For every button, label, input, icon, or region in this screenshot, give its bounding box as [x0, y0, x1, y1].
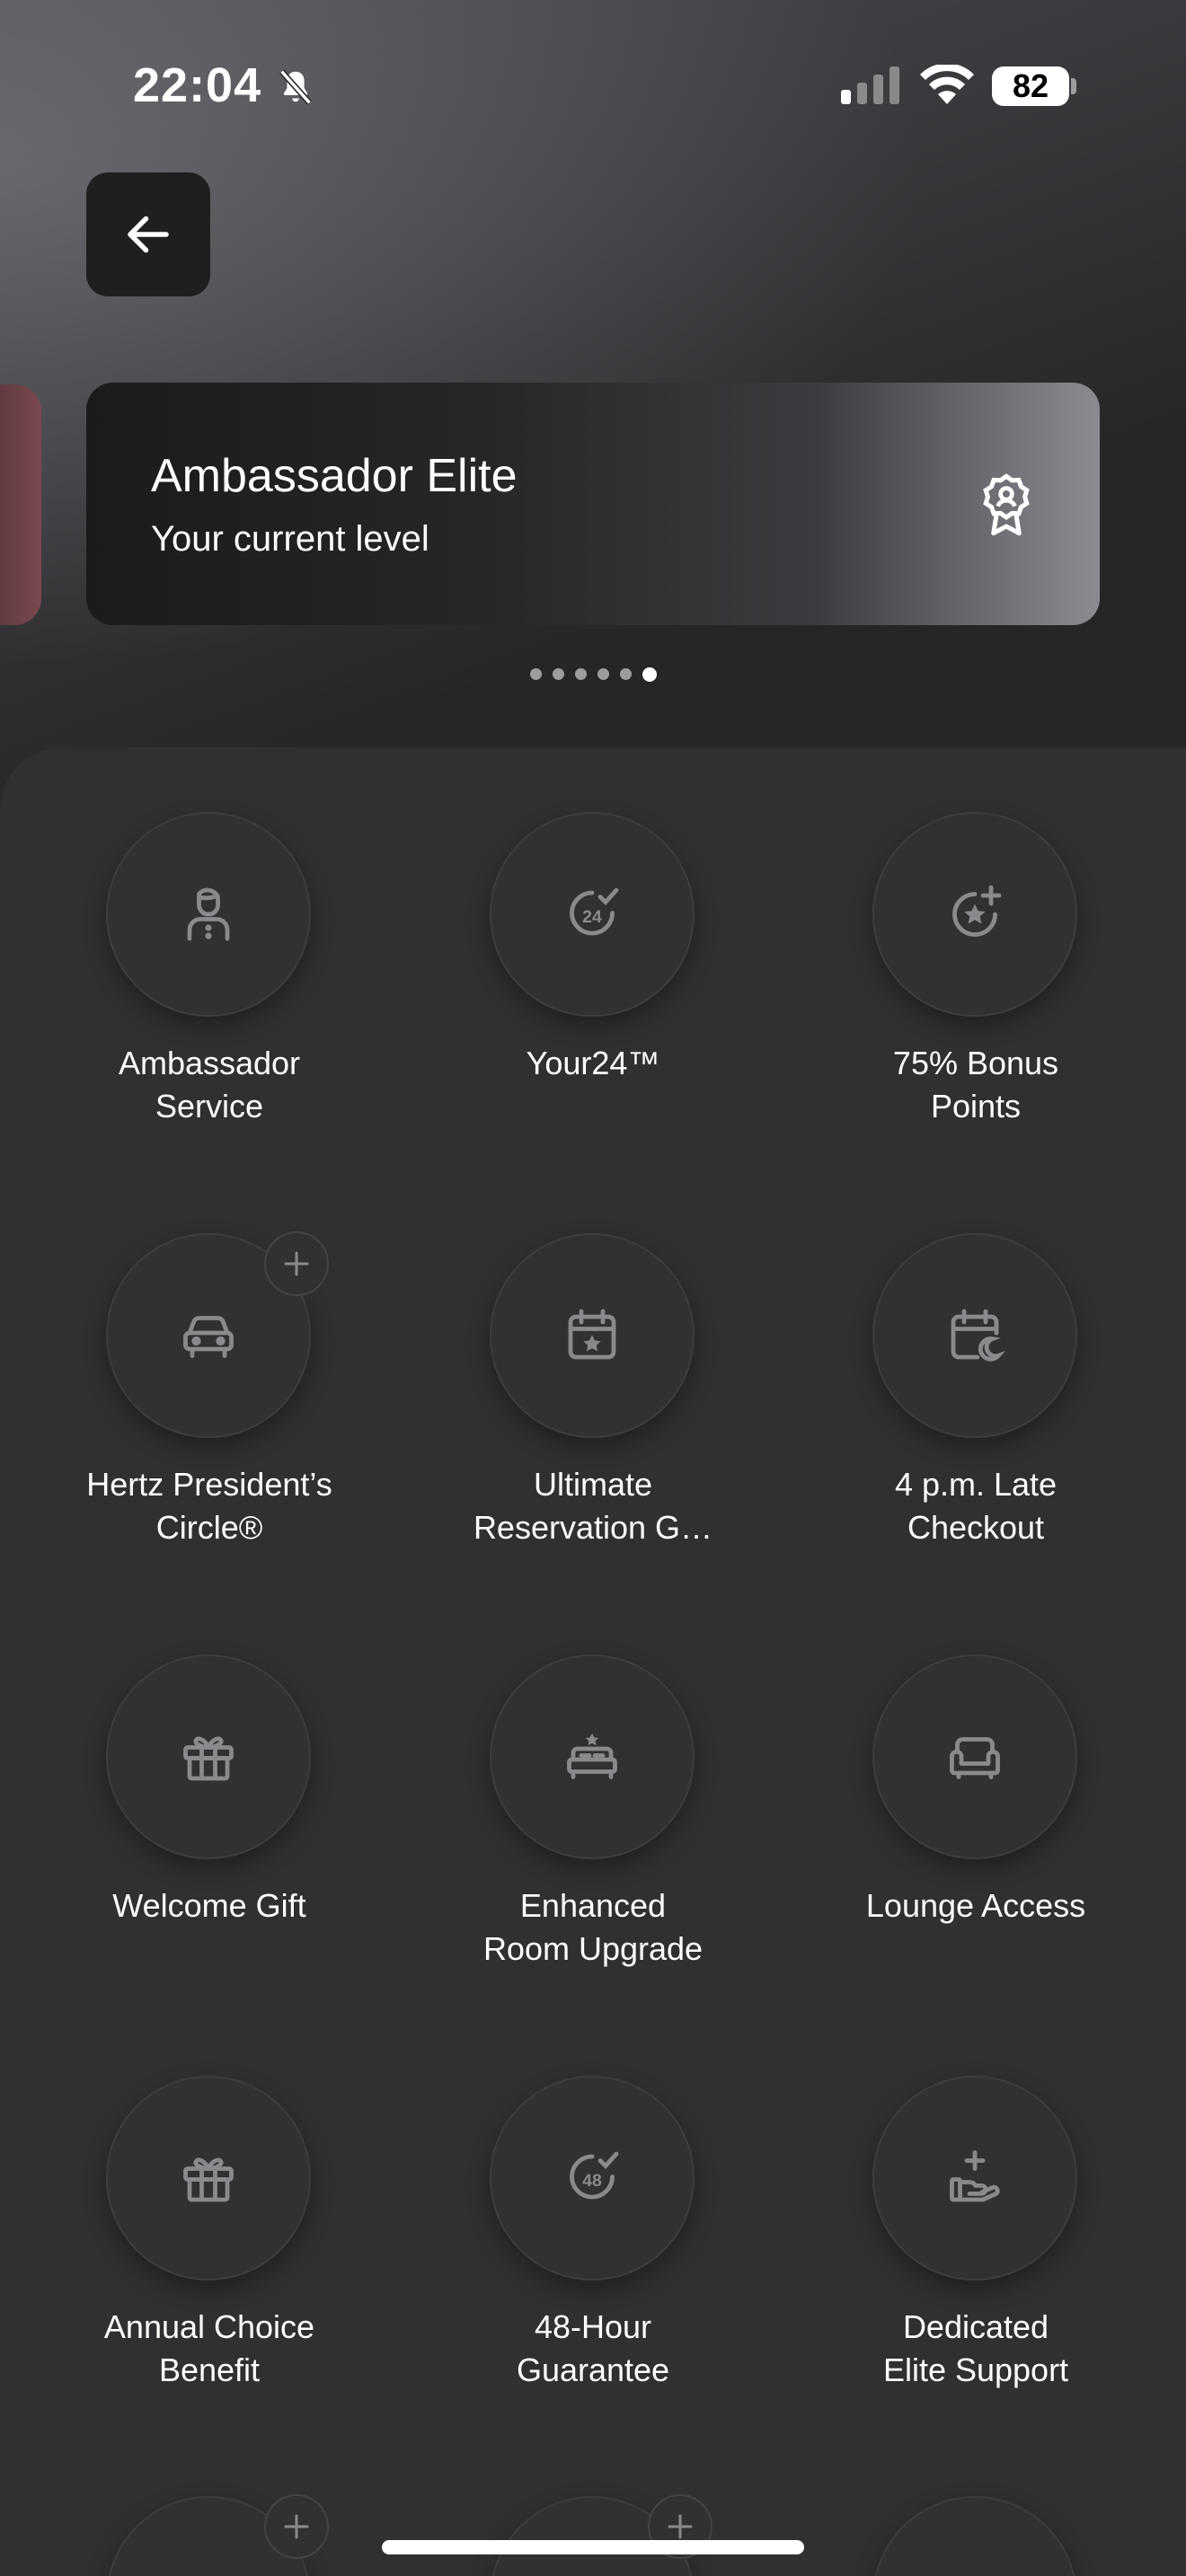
wifi-icon: [920, 65, 974, 104]
level-card[interactable]: Ambassador Elite Your current level: [86, 383, 1100, 625]
svg-text:48: 48: [582, 2171, 602, 2191]
benefit-icon-circle[interactable]: [872, 1654, 1077, 1859]
carousel-page-indicator[interactable]: [530, 667, 657, 686]
benefit-label: Dedicated Elite Support: [882, 2308, 1069, 2388]
benefit-label: 48-Hour Guarantee: [516, 2308, 670, 2388]
bell-slash-icon: [279, 69, 312, 105]
benefit-label: Your24™: [526, 1045, 660, 1081]
page-dot[interactable]: [575, 668, 587, 680]
home-indicator[interactable]: [382, 2540, 804, 2554]
benefit-label: Hertz President’s Circle®: [86, 1466, 332, 1546]
page-dot[interactable]: [530, 668, 542, 680]
plus-icon: [284, 1251, 309, 1276]
benefit-icon-circle[interactable]: [490, 1233, 695, 1438]
plus-icon: [284, 2514, 309, 2539]
benefit-label: Annual Choice Benefit: [103, 2308, 315, 2388]
calendar-moon-icon: [951, 1309, 1006, 1362]
benefit-label: Welcome Gift: [112, 1887, 306, 1924]
benefit-label: Ultimate Reservation G…: [473, 1466, 713, 1546]
hand-plus-icon: [950, 2150, 1000, 2202]
gift-icon: [183, 1736, 234, 1781]
calendar-star-icon: [568, 1309, 616, 1360]
svg-text:24: 24: [582, 907, 602, 927]
add-badge[interactable]: [264, 2494, 329, 2559]
battery-icon: 82: [992, 66, 1069, 106]
clock-24-check-icon: 24: [570, 887, 619, 936]
clock-48-check-icon: 48: [570, 2151, 619, 2200]
status-bar: 22:04 82: [0, 0, 1186, 171]
benefit-icon-circle[interactable]: [872, 1233, 1077, 1438]
battery-tip: [1071, 78, 1076, 94]
benefit-label: Ambassador Service: [118, 1045, 301, 1125]
benefit-icon-circle[interactable]: 48: [490, 2076, 695, 2280]
benefit-label: Enhanced Room Upgrade: [482, 1887, 704, 1967]
concierge-person-icon: [187, 887, 230, 941]
car-icon: [183, 1316, 234, 1358]
benefit-label: Lounge Access: [865, 1887, 1086, 1924]
gift-icon: [183, 2157, 234, 2202]
benefit-icon-circle[interactable]: [490, 1654, 695, 1859]
benefit-icon-circle[interactable]: [106, 812, 311, 1017]
benefit-icon-circle[interactable]: [106, 2076, 311, 2280]
level-subtitle: Your current level: [151, 519, 429, 559]
cellular-signal-icon: [841, 66, 899, 104]
plus-icon: [668, 2514, 693, 2539]
page-dot[interactable]: [597, 668, 609, 680]
page-dot-active[interactable]: [642, 667, 657, 682]
back-button[interactable]: [86, 172, 210, 296]
benefit-icon-circle[interactable]: [106, 1654, 311, 1859]
benefit-icon-circle[interactable]: 24: [490, 812, 695, 1017]
page-dot[interactable]: [620, 668, 632, 680]
arrow-left-icon: [128, 216, 169, 253]
benefit-icon-circle[interactable]: [872, 812, 1077, 1017]
star-plus-icon: [952, 885, 1002, 937]
page-dot[interactable]: [553, 668, 564, 680]
benefit-icon-circle[interactable]: [872, 2076, 1077, 2280]
benefit-label: 75% Bonus Points: [892, 1045, 1059, 1125]
benefit-label: 4 p.m. Late Checkout: [894, 1466, 1058, 1546]
award-badge-icon: [983, 473, 1030, 536]
status-time: 22:04: [133, 58, 262, 112]
previous-level-card[interactable]: [0, 384, 41, 625]
level-title: Ambassador Elite: [151, 450, 518, 502]
sofa-icon: [950, 1737, 1000, 1779]
bed-star-icon: [567, 1733, 617, 1779]
add-badge[interactable]: [264, 1231, 329, 1296]
